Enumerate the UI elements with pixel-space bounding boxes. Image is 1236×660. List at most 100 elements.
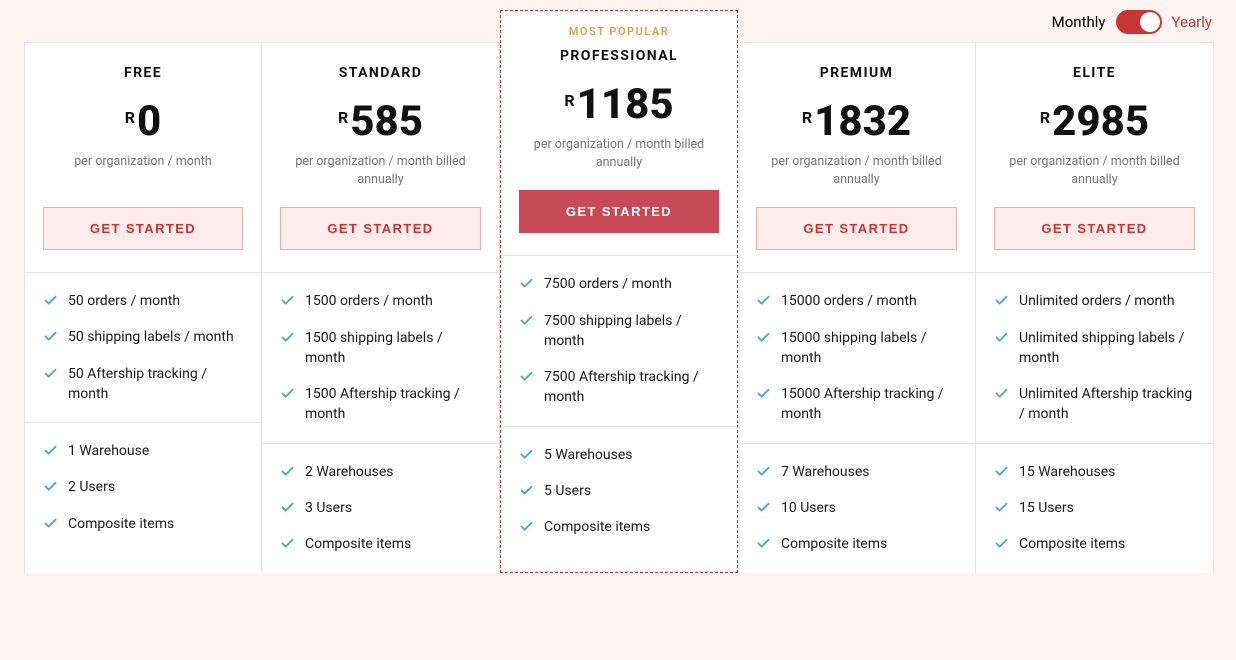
check-icon bbox=[280, 464, 295, 479]
feature-text: 50 shipping labels / month bbox=[68, 327, 234, 347]
check-icon bbox=[280, 293, 295, 308]
check-icon bbox=[519, 369, 534, 384]
feature-text: 1 Warehouse bbox=[68, 441, 149, 461]
feature-text: Unlimited shipping labels / month bbox=[1019, 328, 1195, 369]
check-icon bbox=[519, 447, 534, 462]
check-icon bbox=[756, 330, 771, 345]
feature-text: 50 orders / month bbox=[68, 291, 180, 311]
check-icon bbox=[994, 386, 1009, 401]
check-icon bbox=[756, 500, 771, 515]
feature-section-1: Unlimited orders / monthUnlimited shippi… bbox=[976, 272, 1213, 442]
check-icon bbox=[43, 366, 58, 381]
plan-elite: ELITER2985per organization / month bille… bbox=[976, 42, 1214, 573]
currency: R bbox=[564, 91, 574, 110]
plan-price: R0 bbox=[43, 101, 243, 143]
check-icon bbox=[994, 330, 1009, 345]
feature-item: 7 Warehouses bbox=[756, 462, 957, 482]
check-icon bbox=[994, 464, 1009, 479]
feature-text: Composite items bbox=[68, 514, 174, 534]
plan-name: STANDARD bbox=[280, 65, 481, 81]
feature-item: Unlimited Aftership tracking / month bbox=[994, 384, 1195, 425]
billing-switch[interactable] bbox=[1116, 10, 1162, 34]
check-icon bbox=[519, 313, 534, 328]
check-icon bbox=[43, 293, 58, 308]
check-icon bbox=[43, 329, 58, 344]
price-amount: 2985 bbox=[1052, 97, 1149, 146]
feature-item: 2 Warehouses bbox=[280, 462, 481, 482]
feature-section-1: 7500 orders / month 7500 shipping labels … bbox=[501, 255, 737, 425]
plan-subtext: per organization / month billed annually bbox=[994, 153, 1195, 189]
get-started-button[interactable]: GET STARTED bbox=[280, 207, 481, 250]
feature-item: 3 Users bbox=[280, 498, 481, 518]
feature-section-2: 2 Warehouses 3 Users Composite items bbox=[262, 443, 499, 573]
check-icon bbox=[280, 386, 295, 401]
feature-section-2: 15 Warehouses15 UsersComposite items bbox=[976, 443, 1213, 573]
plan-name: PREMIUM bbox=[756, 65, 957, 81]
feature-item: 1500 shipping labels / month bbox=[280, 328, 481, 369]
plan-professional: MOST POPULARPROFESSIONALR1185per organiz… bbox=[500, 10, 738, 573]
feature-text: 15000 orders / month bbox=[781, 291, 917, 311]
feature-item: Composite items bbox=[756, 534, 957, 554]
feature-item: 5 Users bbox=[519, 481, 719, 501]
popular-badge: MOST POPULAR bbox=[519, 25, 719, 38]
feature-text: Composite items bbox=[781, 534, 887, 554]
feature-text: 2 Users bbox=[68, 477, 115, 497]
plan-header: ELITER2985per organization / month bille… bbox=[976, 42, 1213, 272]
plan-name: PROFESSIONAL bbox=[519, 48, 719, 64]
feature-text: Composite items bbox=[544, 517, 650, 537]
check-icon bbox=[519, 276, 534, 291]
plan-header: PREMIUMR1832per organization / month bil… bbox=[738, 42, 975, 272]
feature-text: 5 Users bbox=[544, 481, 591, 501]
feature-item: 50 shipping labels / month bbox=[43, 327, 243, 347]
check-icon bbox=[756, 386, 771, 401]
feature-text: 10 Users bbox=[781, 498, 836, 518]
feature-section-1: 50 orders / month 50 shipping labels / mo… bbox=[25, 272, 261, 422]
feature-item: 50 Aftership tracking / month bbox=[43, 364, 243, 405]
feature-item: 50 orders / month bbox=[43, 291, 243, 311]
feature-section-1: 15000 orders / month 15000 shipping label… bbox=[738, 272, 975, 442]
get-started-button[interactable]: GET STARTED bbox=[519, 190, 719, 233]
feature-item: 1500 orders / month bbox=[280, 291, 481, 311]
check-icon bbox=[43, 516, 58, 531]
check-icon bbox=[756, 293, 771, 308]
get-started-button[interactable]: GET STARTED bbox=[756, 207, 957, 250]
feature-text: 15 Users bbox=[1019, 498, 1074, 518]
plan-header: MOST POPULARPROFESSIONALR1185per organiz… bbox=[501, 11, 737, 255]
feature-item: 15000 Aftership tracking / month bbox=[756, 384, 957, 425]
price-amount: 1185 bbox=[577, 80, 674, 129]
check-icon bbox=[994, 536, 1009, 551]
check-icon bbox=[756, 536, 771, 551]
feature-section-1: 1500 orders / month 1500 shipping labels … bbox=[262, 272, 499, 442]
feature-item: 7500 shipping labels / month bbox=[519, 311, 719, 352]
currency: R bbox=[125, 108, 135, 127]
get-started-button[interactable]: GET STARTED bbox=[994, 207, 1195, 250]
plan-price: R1185 bbox=[519, 84, 719, 126]
feature-text: 15000 Aftership tracking / month bbox=[781, 384, 957, 425]
feature-item: 7500 orders / month bbox=[519, 274, 719, 294]
pricing-plans: FREER0per organization / monthGET STARTE… bbox=[0, 42, 1236, 573]
feature-item: Composite items bbox=[280, 534, 481, 554]
feature-item: 10 Users bbox=[756, 498, 957, 518]
get-started-button[interactable]: GET STARTED bbox=[43, 207, 243, 250]
feature-item: 2 Users bbox=[43, 477, 243, 497]
feature-text: 15000 shipping labels / month bbox=[781, 328, 957, 369]
plan-free: FREER0per organization / monthGET STARTE… bbox=[24, 42, 262, 573]
feature-text: 5 Warehouses bbox=[544, 445, 632, 465]
billing-yearly-label[interactable]: Yearly bbox=[1172, 13, 1212, 31]
plan-premium: PREMIUMR1832per organization / month bil… bbox=[738, 42, 976, 573]
billing-monthly-label[interactable]: Monthly bbox=[1052, 13, 1106, 31]
feature-section-2: 7 Warehouses 10 Users Composite items bbox=[738, 443, 975, 573]
plan-header: STANDARDR585per organization / month bil… bbox=[262, 42, 499, 272]
plan-subtext: per organization / month billed annually bbox=[280, 153, 481, 189]
check-icon bbox=[280, 536, 295, 551]
feature-item: Composite items bbox=[519, 517, 719, 537]
feature-text: Composite items bbox=[305, 534, 411, 554]
price-amount: 585 bbox=[350, 97, 423, 146]
check-icon bbox=[43, 479, 58, 494]
feature-text: Unlimited Aftership tracking / month bbox=[1019, 384, 1195, 425]
check-icon bbox=[756, 464, 771, 479]
plan-standard: STANDARDR585per organization / month bil… bbox=[262, 42, 500, 573]
feature-text: 50 Aftership tracking / month bbox=[68, 364, 243, 405]
feature-text: 7500 shipping labels / month bbox=[544, 311, 719, 352]
feature-text: 7500 orders / month bbox=[544, 274, 672, 294]
